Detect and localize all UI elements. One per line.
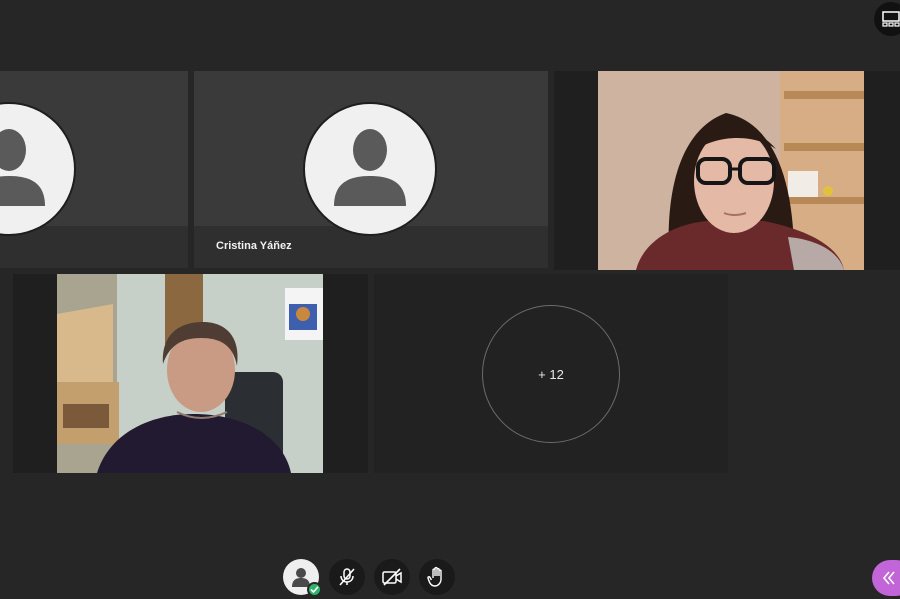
meeting-stage: Cristina Yáñez + 12 <box>0 0 900 599</box>
avatar <box>303 102 437 236</box>
my-status-button[interactable] <box>283 559 322 597</box>
user-avatar-icon <box>0 129 45 206</box>
status-ok-badge <box>307 582 322 597</box>
layout-button[interactable] <box>874 2 900 36</box>
participant-tile[interactable]: Cristina Yáñez <box>194 71 548 268</box>
microphone-toggle-button[interactable] <box>329 559 365 595</box>
microphone-muted-icon <box>339 568 355 586</box>
checkmark-icon <box>310 586 319 594</box>
open-panel-button[interactable] <box>872 560 900 596</box>
avatar <box>0 102 76 236</box>
double-chevron-left-icon <box>882 571 895 585</box>
video-image <box>598 71 864 270</box>
more-participants-tile[interactable]: + 12 <box>374 274 728 473</box>
raise-hand-button[interactable] <box>419 559 455 595</box>
participant-video-tile[interactable] <box>13 274 368 473</box>
raise-hand-icon <box>427 566 442 587</box>
camera-off-icon <box>382 568 402 586</box>
video-feed <box>57 274 323 473</box>
participant-name: Cristina Yáñez <box>216 240 292 252</box>
more-participants-count: + 12 <box>482 305 620 443</box>
camera-toggle-button[interactable] <box>374 559 410 595</box>
participant-tile[interactable] <box>0 71 188 268</box>
user-avatar-icon <box>334 129 406 206</box>
video-feed <box>598 71 864 270</box>
video-image <box>57 274 323 473</box>
layout-grid-icon <box>882 11 900 27</box>
participant-video-tile[interactable] <box>554 71 900 270</box>
